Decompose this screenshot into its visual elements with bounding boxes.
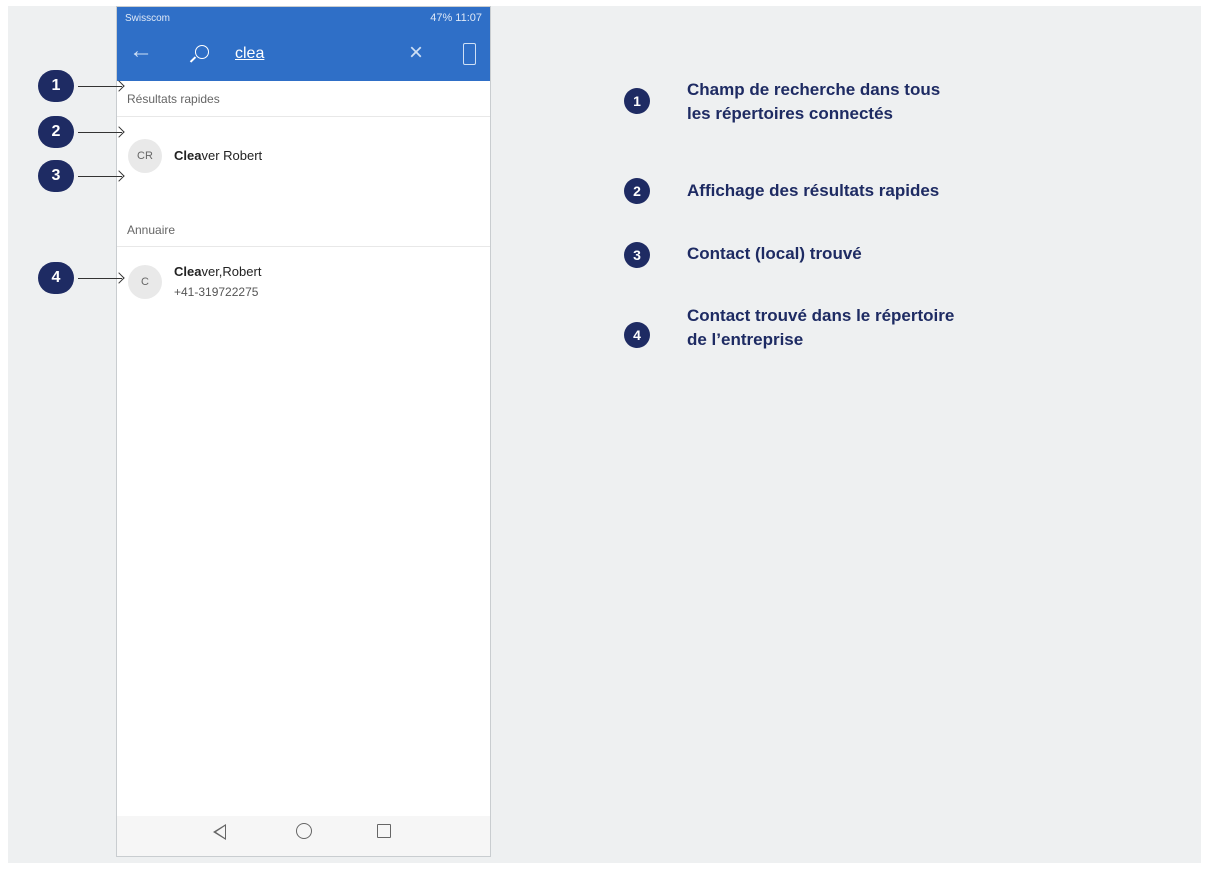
callout-arrow-3 (78, 176, 122, 177)
callout-arrow-4 (78, 278, 122, 279)
name-rest: ver,Robert (201, 264, 262, 279)
close-icon[interactable]: × (409, 41, 423, 65)
list-item-quick-result[interactable]: CR Cleaver Robert (117, 121, 490, 191)
phone-screen: Swisscom 47% 11:07 ← clea × Résultats ra… (116, 6, 491, 857)
name-match: Clea (174, 264, 202, 279)
section-quick-results: Résultats rapides (117, 81, 490, 117)
legend-text-3: Contact (local) trouvé (687, 244, 862, 263)
name-match: Clea (174, 148, 202, 163)
phone-device-icon[interactable] (463, 43, 476, 65)
callout-badge-4: 4 (38, 262, 74, 294)
nav-home-icon[interactable] (296, 823, 312, 839)
list-item-directory-result[interactable]: C Cleaver,Robert +41-319722275 (117, 251, 490, 315)
back-arrow-icon[interactable]: ← (129, 39, 153, 63)
search-input[interactable]: clea (235, 45, 264, 63)
contact-name: Cleaver,Robert (174, 264, 261, 279)
legend-badge-2: 2 (624, 178, 650, 204)
avatar: C (128, 265, 162, 299)
status-right: 47% 11:07 (430, 12, 482, 24)
legend-text-4: Contact trouvé dans le répertoire de l’e… (687, 304, 954, 352)
section-directory: Annuaire (117, 213, 490, 247)
callout-arrow-2 (78, 132, 122, 133)
search-icon (195, 45, 209, 59)
callout-arrow-1 (78, 86, 122, 87)
callout-badge-1: 1 (38, 70, 74, 102)
legend-text-4-line1: Contact trouvé dans le répertoire (687, 306, 955, 325)
callout-badge-3: 3 (38, 160, 74, 192)
search-app-bar: ← clea × (117, 29, 490, 81)
legend-text-2: Affichage des résultats rapides (687, 181, 940, 200)
legend-text-4-line2: de l’entreprise (687, 330, 804, 349)
legend-badge-1: 1 (624, 88, 650, 114)
avatar: CR (128, 139, 162, 173)
legend-text-1-line1: Champ de recherche dans tous (687, 80, 941, 99)
legend-badge-4: 4 (624, 322, 650, 348)
callout-badge-2: 2 (38, 116, 74, 148)
legend-text-1-line2: les répertoires connectés (687, 104, 893, 123)
contact-name: Cleaver Robert (174, 148, 262, 163)
android-nav-bar (117, 816, 490, 856)
status-bar: Swisscom 47% 11:07 (117, 7, 490, 29)
name-rest: ver Robert (201, 148, 263, 163)
legend-text-1: Champ de recherche dans tous les réperto… (687, 78, 940, 126)
legend-badge-3: 3 (624, 242, 650, 268)
nav-back-icon[interactable] (213, 824, 226, 840)
contact-phone: +41-319722275 (174, 285, 259, 299)
carrier-label: Swisscom (125, 13, 171, 24)
nav-recent-icon[interactable] (377, 824, 391, 838)
